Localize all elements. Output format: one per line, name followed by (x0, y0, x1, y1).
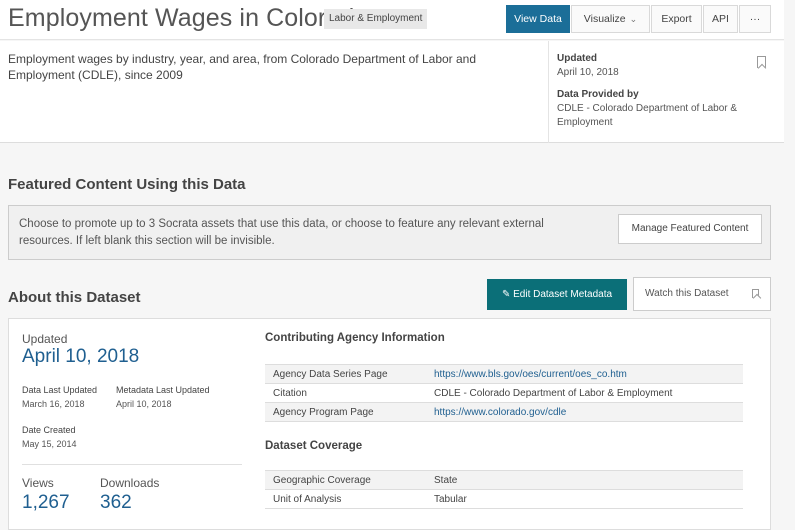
coverage-section-title: Dataset Coverage (265, 440, 363, 452)
coverage-row-value: State (426, 470, 743, 490)
agency-program-link[interactable]: https://www.colorado.gov/cdle (434, 407, 566, 418)
coverage-row-value: Tabular (426, 489, 743, 509)
coverage-row-key: Unit of Analysis (265, 489, 426, 509)
agency-row-value: https://www.colorado.gov/cdle (426, 402, 743, 422)
agency-section-title: Contributing Agency Information (265, 332, 445, 344)
views-label: Views (22, 476, 54, 490)
agency-row-value: CDLE - Colorado Department of Labor & Em… (426, 383, 743, 403)
provided-by-value: CDLE - Colorado Department of Labor & Em… (557, 103, 738, 128)
dataset-description: Employment wages by industry, year, and … (8, 52, 477, 82)
table-row: Agency Data Series Page https://www.bls.… (265, 364, 743, 384)
page-title: Employment Wages in Colorado (8, 4, 369, 32)
downloads-label: Downloads (100, 476, 160, 490)
metadata-last-updated-value: April 10, 2018 (116, 399, 172, 409)
agency-table: Agency Data Series Page https://www.bls.… (265, 364, 743, 422)
page-header: Employment Wages in Colorado Labor & Emp… (0, 0, 784, 40)
metadata-last-updated-label: Metadata Last Updated (116, 385, 210, 395)
featured-box: Choose to promote up to 3 Socrata assets… (8, 205, 771, 260)
view-data-button[interactable]: View Data (506, 5, 570, 33)
about-updated-label: Updated (22, 332, 68, 346)
api-button[interactable]: API (703, 5, 738, 33)
featured-title: Featured Content Using this Data (8, 176, 246, 193)
watch-dataset-button[interactable]: Watch this Dataset (633, 277, 771, 311)
visualize-button[interactable]: Visualize ⌄ (571, 5, 650, 33)
agency-row-value: https://www.bls.gov/oes/current/oes_co.h… (426, 364, 743, 384)
edit-metadata-button[interactable]: ✎ Edit Dataset Metadata (487, 279, 627, 310)
updated-label: Updated (557, 53, 597, 64)
views-value: 1,267 (22, 492, 70, 513)
table-row: Citation CDLE - Colorado Department of L… (265, 383, 743, 403)
visualize-label: Visualize (583, 13, 626, 25)
agency-row-key: Agency Data Series Page (265, 364, 426, 384)
manage-featured-button[interactable]: Manage Featured Content (618, 214, 762, 244)
bookmark-icon[interactable] (757, 56, 766, 68)
agency-row-key: Agency Program Page (265, 402, 426, 422)
table-row: Unit of Analysis Tabular (265, 489, 743, 509)
meta-sidebar: Updated April 10, 2018 Data Provided by … (548, 41, 784, 143)
bookmark-icon (752, 289, 759, 298)
downloads-value: 362 (100, 492, 132, 513)
about-updated-value: April 10, 2018 (22, 346, 140, 367)
data-last-updated-label: Data Last Updated (22, 385, 98, 395)
description-section: Employment wages by industry, year, and … (0, 41, 784, 143)
coverage-row-key: Geographic Coverage (265, 470, 426, 490)
more-icon: ··· (749, 13, 761, 25)
export-label: Export (661, 13, 692, 25)
about-title: About this Dataset (8, 289, 141, 306)
chevron-down-icon: ⌄ (629, 14, 638, 24)
view-data-label: View Data (514, 13, 562, 25)
api-label: API (712, 13, 729, 25)
coverage-table: Geographic Coverage State Unit of Analys… (265, 470, 743, 509)
updated-value: April 10, 2018 (557, 67, 619, 78)
date-created-label: Date Created (22, 425, 76, 435)
edit-metadata-label: Edit Dataset Metadata (513, 289, 613, 300)
agency-row-key: Citation (265, 383, 426, 403)
table-row: Geographic Coverage State (265, 470, 743, 490)
agency-data-series-link[interactable]: https://www.bls.gov/oes/current/oes_co.h… (434, 369, 627, 380)
provided-by-label: Data Provided by (557, 89, 639, 100)
more-button[interactable]: ··· (739, 5, 771, 33)
data-last-updated-value: March 16, 2018 (22, 399, 85, 409)
featured-text: Choose to promote up to 3 Socrata assets… (19, 218, 544, 247)
manage-featured-label: Manage Featured Content (631, 223, 749, 234)
pencil-icon: ✎ (501, 289, 511, 300)
category-badge[interactable]: Labor & Employment (324, 9, 428, 29)
watch-dataset-label: Watch this Dataset (645, 288, 729, 299)
date-created-value: May 15, 2014 (22, 439, 77, 449)
about-panel: Updated April 10, 2018 Data Last Updated… (8, 318, 771, 530)
stats-divider (22, 464, 242, 465)
table-row: Agency Program Page https://www.colorado… (265, 402, 743, 422)
export-button[interactable]: Export (651, 5, 702, 33)
